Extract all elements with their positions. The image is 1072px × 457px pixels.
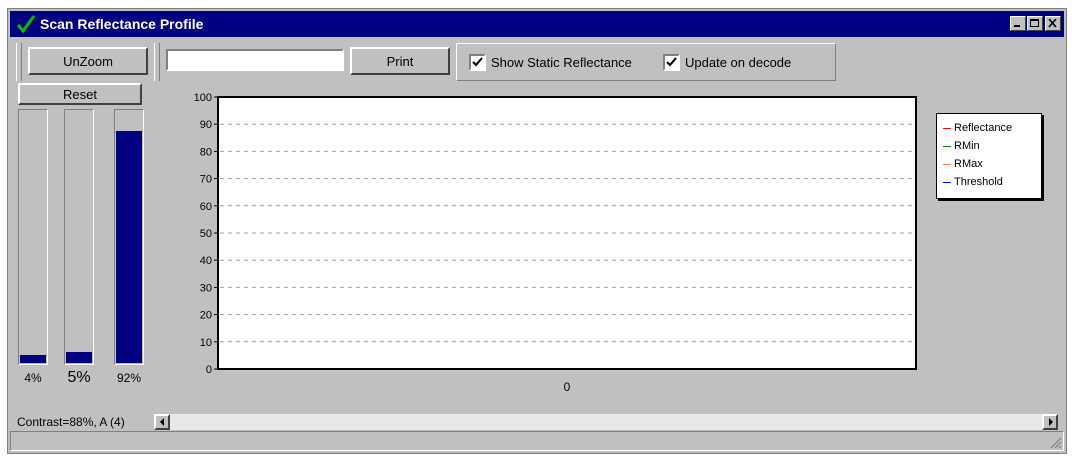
y-tick-label: 30 <box>200 282 212 294</box>
reset-button[interactable]: Reset <box>18 83 142 105</box>
y-tick-label: 10 <box>200 337 212 349</box>
update-decode-checkbox[interactable] <box>663 54 680 71</box>
bar-fill <box>66 352 92 363</box>
bar-fill <box>116 131 142 363</box>
horizontal-scrollbar[interactable] <box>154 414 1058 430</box>
bar-percent-label: 5% <box>67 369 91 386</box>
bar-percent-label: 92% <box>116 371 142 385</box>
checkmark-icon <box>16 15 36 34</box>
minimize-button[interactable] <box>1010 16 1026 31</box>
window-title: Scan Reflectance Profile <box>40 16 204 32</box>
legend-item-rmin: RMin <box>943 140 980 152</box>
legend-swatch <box>943 127 951 129</box>
bar-fill <box>20 354 46 363</box>
reflectance-bar <box>18 109 48 365</box>
maximize-button[interactable] <box>1027 16 1043 31</box>
y-tick-label: 40 <box>200 255 212 267</box>
title-bar[interactable]: Scan Reflectance Profile <box>10 11 1064 37</box>
reflectance-chart: 10090807060504030201000 <box>194 92 917 394</box>
legend-item-reflectance: Reflectance <box>943 122 1012 134</box>
maximize-icon <box>1030 19 1039 27</box>
y-tick-label: 20 <box>200 310 212 322</box>
reflectance-bar <box>114 109 144 365</box>
arrow-left-icon <box>160 418 164 426</box>
y-tick-label: 80 <box>200 146 212 158</box>
toolbar-grip[interactable] <box>16 43 22 81</box>
arrow-right-icon <box>1049 418 1053 426</box>
legend-swatch <box>943 163 951 165</box>
legend-item-rmax: RMax <box>943 158 983 170</box>
y-tick-label: 70 <box>200 174 212 186</box>
legend-label: Reflectance <box>954 122 1013 134</box>
minimize-icon <box>1014 25 1020 27</box>
toolbar-grip[interactable] <box>154 43 160 81</box>
chart-legend: Reflectance RMin RMax Threshold <box>936 113 1042 199</box>
legend-label: RMax <box>954 158 983 170</box>
close-icon <box>1048 19 1057 28</box>
zoom-input-field[interactable] <box>166 49 344 71</box>
reflectance-bar <box>64 109 94 365</box>
update-decode-label: Update on decode <box>685 55 792 70</box>
legend-item-threshold: Threshold <box>943 176 1003 188</box>
scroll-left-button[interactable] <box>154 414 170 430</box>
unzoom-button[interactable]: UnZoom <box>28 47 148 75</box>
scroll-right-button[interactable] <box>1042 414 1058 430</box>
y-tick-label: 0 <box>206 364 212 376</box>
bar-percent-label: 4% <box>24 371 42 385</box>
status-bar <box>10 431 1064 451</box>
x-tick-label: 0 <box>564 380 571 394</box>
legend-label: Threshold <box>954 176 1003 188</box>
scan-reflectance-window: Scan Reflectance Profile UnZoom Print Sh… <box>7 8 1067 454</box>
y-tick-label: 60 <box>200 201 212 213</box>
show-static-label: Show Static Reflectance <box>491 55 632 70</box>
y-tick-label: 100 <box>194 92 212 104</box>
legend-swatch <box>943 181 951 183</box>
options-panel: Show Static Reflectance Update on decode <box>456 43 836 81</box>
legend-label: RMin <box>954 140 980 152</box>
y-tick-label: 90 <box>200 119 212 131</box>
checkmark-icon <box>666 57 677 67</box>
y-tick-label: 50 <box>200 228 212 240</box>
close-button[interactable] <box>1045 16 1061 31</box>
show-static-checkbox[interactable] <box>469 54 486 71</box>
legend-swatch <box>943 145 951 147</box>
print-button[interactable]: Print <box>350 47 450 75</box>
checkmark-icon <box>472 57 483 67</box>
resize-grip-icon[interactable] <box>1048 435 1062 449</box>
contrast-text: Contrast=88%, A (4) <box>17 415 125 429</box>
